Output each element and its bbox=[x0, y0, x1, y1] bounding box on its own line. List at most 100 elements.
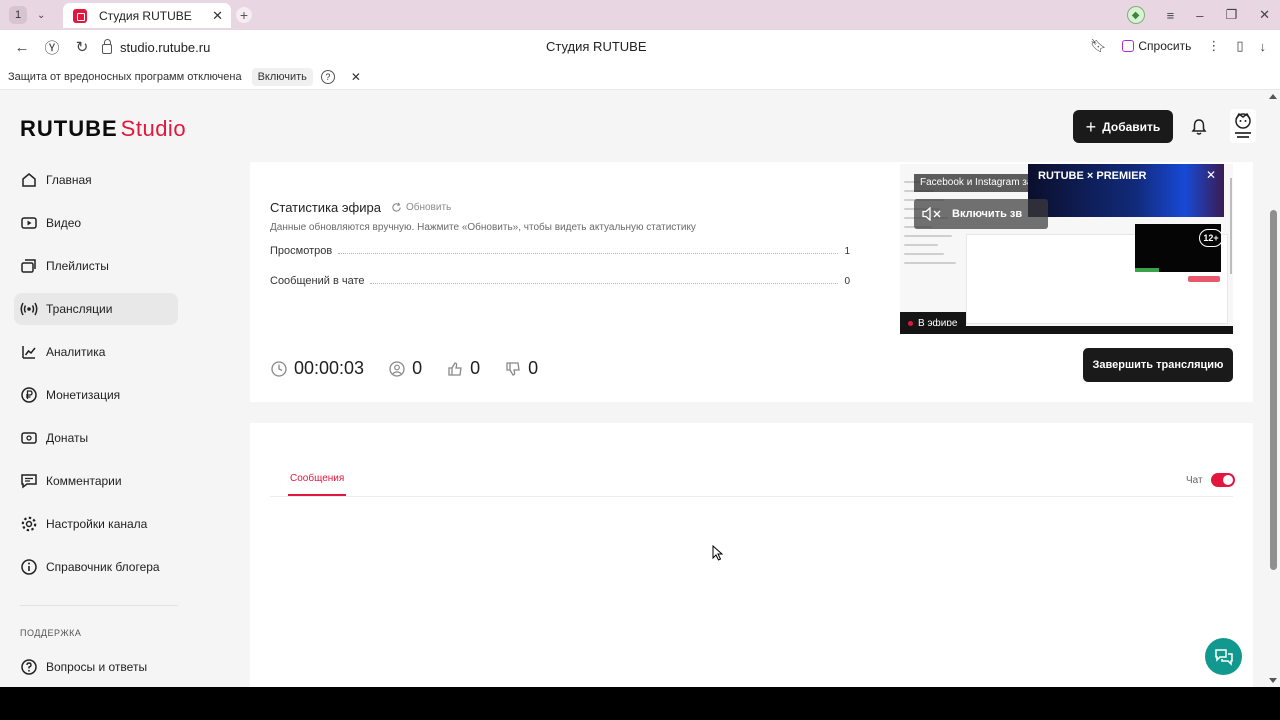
add-button[interactable]: + Добавить bbox=[1073, 110, 1173, 143]
dislikes-value: 0 bbox=[528, 358, 539, 378]
scroll-thumb[interactable] bbox=[1270, 210, 1277, 570]
avatar[interactable] bbox=[1230, 109, 1256, 143]
enable-protection-button[interactable]: Включить bbox=[251, 67, 313, 86]
bell-icon[interactable] bbox=[1190, 118, 1208, 136]
rutube-studio-logo[interactable]: RUTUBE Studio bbox=[20, 116, 186, 142]
stats-title: Статистика эфира Обновить bbox=[270, 200, 451, 215]
premier-banner-text: RUTUBE × PREMIER bbox=[1038, 170, 1147, 182]
sidebar-item-label: Аналитика bbox=[46, 345, 106, 359]
live-badge: В эфире bbox=[900, 312, 966, 326]
restore-icon[interactable]: ❐ bbox=[1225, 7, 1237, 23]
sidebar-item-donations[interactable]: Донаты bbox=[14, 422, 178, 454]
stat-value: 0 bbox=[844, 276, 850, 287]
stat-label: Сообщений в чате bbox=[270, 275, 365, 287]
mouse-cursor-icon bbox=[712, 545, 724, 561]
support-chat-button[interactable] bbox=[1205, 638, 1242, 675]
reload-icon[interactable]: ↻ bbox=[74, 38, 90, 56]
ruble-icon bbox=[21, 387, 37, 403]
support-heading: ПОДДЕРЖКА bbox=[20, 628, 82, 638]
page-scrollbar[interactable] bbox=[1266, 90, 1280, 687]
preview-overlay-text: Facebook и Instagram за bbox=[914, 174, 1034, 192]
new-tab-button[interactable]: + bbox=[236, 7, 252, 23]
preview-green-bar bbox=[1135, 268, 1159, 272]
scroll-up-arrow-icon[interactable] bbox=[1269, 94, 1277, 99]
sidebar-item-comments[interactable]: Комментарии bbox=[14, 465, 178, 497]
refresh-icon bbox=[392, 202, 401, 212]
sidebar-item-home[interactable]: Главная bbox=[14, 164, 178, 196]
viewers-metric: 0 bbox=[388, 358, 422, 379]
thumbs-down-icon bbox=[506, 361, 520, 376]
viewer-icon bbox=[389, 360, 405, 377]
age-rating-badge: 12+ bbox=[1199, 229, 1223, 247]
tab-close-icon[interactable]: ✕ bbox=[212, 8, 223, 24]
stream-stats-card: Статистика эфира Обновить Данные обновля… bbox=[250, 162, 1253, 402]
refresh-label: Обновить bbox=[405, 202, 452, 213]
stream-preview-player[interactable]: Facebook и Instagram за RUTUBE × PREMIER… bbox=[900, 164, 1233, 334]
video-icon bbox=[21, 217, 37, 229]
dino-extension-icon[interactable]: ◆ bbox=[1126, 6, 1145, 24]
ask-label: Спросить bbox=[1138, 39, 1192, 53]
chat-toggle-switch[interactable] bbox=[1210, 473, 1235, 487]
studio-page: RUTUBE Studio + Добавить Главная Видео П… bbox=[0, 90, 1280, 687]
unmute-button[interactable]: Включить зв bbox=[914, 199, 1048, 229]
download-icon[interactable]: ↓ bbox=[1260, 39, 1267, 54]
browser-tab[interactable]: Студия RUTUBE ✕ bbox=[63, 3, 231, 28]
playlists-icon bbox=[21, 259, 36, 273]
more-vertical-icon[interactable]: ⋮ bbox=[1207, 38, 1220, 54]
tab-list-chevron-icon[interactable]: ⌄ bbox=[37, 10, 45, 21]
page-title: Студия RUTUBE bbox=[546, 39, 647, 54]
duration-value: 00:00:03 bbox=[294, 358, 365, 378]
url-field[interactable]: studio.rutube.ru bbox=[102, 39, 210, 55]
bookmark-icon[interactable]: 🔖︎ bbox=[1090, 38, 1107, 54]
logo-studio: Studio bbox=[120, 116, 187, 141]
donate-icon bbox=[21, 432, 37, 444]
window-controls: ◆ ≡ – ❐ ✕ bbox=[1126, 6, 1270, 24]
unmute-label: Включить зв bbox=[952, 208, 1023, 220]
sidebar-item-video[interactable]: Видео bbox=[14, 207, 178, 239]
security-message: Защита от вредоносных программ отключена bbox=[8, 70, 242, 83]
sidebar: Главная Видео Плейлисты Трансляции Анали… bbox=[0, 162, 190, 687]
preview-scrollbar bbox=[1230, 178, 1232, 274]
info-icon bbox=[21, 559, 37, 575]
viewers-value: 0 bbox=[412, 358, 423, 378]
stat-value: 1 bbox=[844, 246, 850, 257]
help-icon[interactable]: ? bbox=[320, 69, 335, 84]
sidebar-divider bbox=[20, 605, 178, 606]
stat-dots bbox=[370, 283, 839, 284]
tab-count-badge[interactable]: 1 bbox=[9, 6, 27, 24]
ask-button[interactable]: Спросить bbox=[1122, 39, 1191, 53]
refresh-button[interactable]: Обновить bbox=[391, 202, 451, 213]
premier-close-icon[interactable]: ✕ bbox=[1206, 168, 1216, 182]
premier-banner[interactable]: RUTUBE × PREMIER ✕ bbox=[1028, 164, 1224, 217]
yandex-icon[interactable]: Ⓨ bbox=[44, 37, 60, 58]
logo-brand: RUTUBE bbox=[20, 116, 118, 141]
scroll-down-arrow-icon[interactable] bbox=[1269, 678, 1277, 683]
window-close-icon[interactable]: ✕ bbox=[1259, 7, 1270, 23]
end-broadcast-button[interactable]: Завершить трансляцию bbox=[1083, 348, 1233, 382]
avatar-face-icon bbox=[1235, 112, 1251, 138]
address-bar: ← Ⓨ ↻ studio.rutube.ru Студия RUTUBE 🔖︎ … bbox=[0, 30, 1280, 64]
sidebar-item-blogger-guide[interactable]: Справочник блогера bbox=[14, 551, 178, 583]
dislikes-metric: 0 bbox=[504, 358, 538, 379]
tab-messages[interactable]: Сообщения bbox=[290, 473, 344, 484]
reader-icon[interactable]: ▯ bbox=[1236, 38, 1243, 54]
sidebar-item-faq[interactable]: Вопросы и ответы bbox=[14, 651, 178, 683]
live-dot-icon bbox=[908, 320, 913, 326]
preview-sidebar bbox=[904, 174, 962, 314]
browser-tab-bar: 1 ⌄ Студия RUTUBE ✕ + ◆ ≡ – ❐ ✕ bbox=[0, 0, 1280, 30]
sidebar-item-broadcasts[interactable]: Трансляции bbox=[14, 293, 178, 325]
likes-metric: 0 bbox=[446, 358, 480, 379]
menu-icon[interactable]: ≡ bbox=[1167, 8, 1175, 23]
address-bar-actions: 🔖︎ Спросить ⋮ ▯ ↓ bbox=[1090, 38, 1266, 54]
sidebar-item-playlists[interactable]: Плейлисты bbox=[14, 250, 178, 282]
sidebar-item-label: Плейлисты bbox=[46, 259, 109, 273]
sidebar-item-monetization[interactable]: Монетизация bbox=[14, 379, 178, 411]
sidebar-item-channel-settings[interactable]: Настройки канала bbox=[14, 508, 178, 540]
sidebar-item-analytics[interactable]: Аналитика bbox=[14, 336, 178, 368]
stream-metrics: 00:00:03 0 0 0 bbox=[270, 358, 562, 379]
infobar-close-icon[interactable]: ✕ bbox=[351, 70, 361, 84]
back-arrow-icon[interactable]: ← bbox=[14, 39, 30, 56]
minimize-icon[interactable]: – bbox=[1196, 8, 1203, 23]
sidebar-item-label: Вопросы и ответы bbox=[46, 660, 148, 674]
home-icon bbox=[22, 173, 36, 187]
